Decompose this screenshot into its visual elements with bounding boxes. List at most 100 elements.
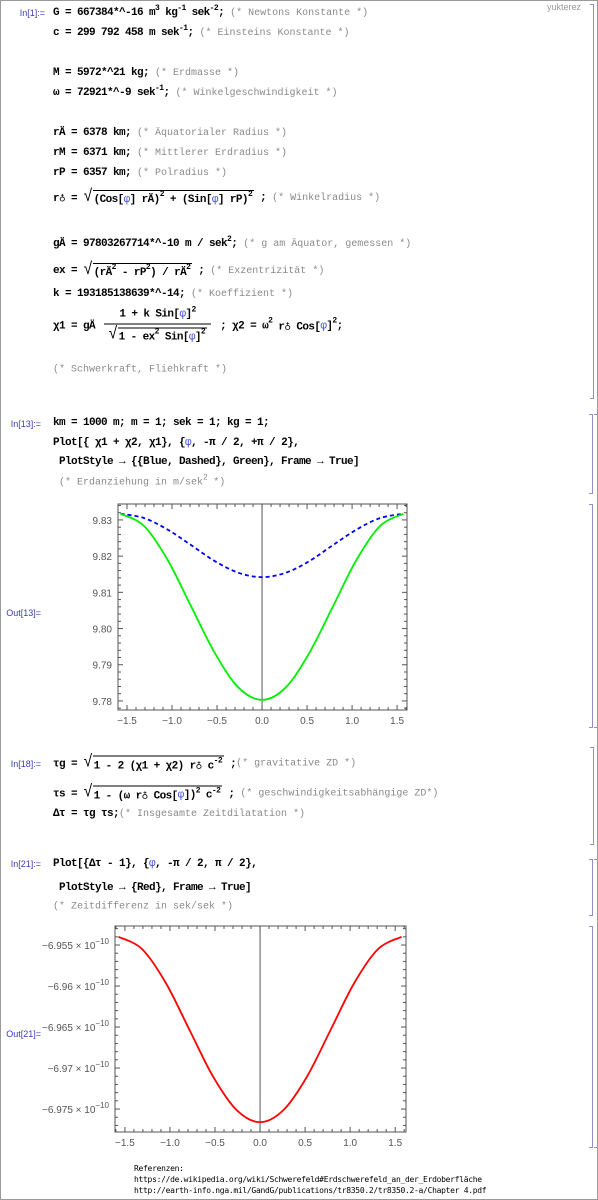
code-text: τs = — [53, 788, 84, 800]
cell-group-bracket-13[interactable] — [594, 414, 597, 728]
code-comment: (* Newtons Konstante *) — [230, 7, 369, 19]
cell-bracket-18[interactable] — [590, 747, 594, 845]
y-tick-label: 9.81 — [93, 588, 113, 599]
notebook-window: yukterez In[1]:= In[13]:= Out[13]= In[18… — [0, 0, 598, 1200]
code-line[interactable]: Plot[{ χ1 + χ2, χ1}, {φ, -π / 2, +π / 2}… — [53, 437, 300, 449]
x-tick-label: 0.5 — [300, 716, 314, 727]
fraction: 1 + k Sin[φ] 2 √ 1 - ex 2 Sin[φ] 2 — [104, 305, 212, 344]
code-comment: (* Schwerkraft, Fliehkraft *) — [53, 364, 228, 376]
superscript: 2 — [186, 263, 191, 272]
code-line[interactable]: (* Zeitdifferenz in sek/sek *) — [53, 902, 233, 913]
superscript: 2 — [227, 234, 232, 244]
square-root: √ 1 - ex 2 Sin[φ] 2 — [108, 327, 208, 344]
code-line[interactable]: G = 667384*^-16 m3 kg -1 sek -2; (* Newton… — [53, 3, 369, 20]
references: Referenzen: https://de.wikipedia.org/wik… — [134, 1163, 487, 1196]
y-tick-mantissa: −6.955 × 10 — [42, 941, 96, 952]
code-comment: (* geschwindigkeitsabhängige ZD*) — [240, 788, 439, 800]
code-line[interactable]: ω = 72921*^-9 sek -1; (* Winkelgeschwindi… — [53, 84, 337, 100]
x-tick-label: −1.5 — [117, 716, 137, 727]
superscript: 2 — [195, 786, 201, 795]
code-text: PlotStyle → {Red}, Frame → True] — [53, 882, 252, 894]
plot-time-difference: −1.5 −1.0 −0.5 0.0 0.5 1.0 1.5−6.955 × 10−10−6… — [42, 925, 407, 1149]
code-line[interactable]: rM = 6371 km; (* Mittlerer Erdradius *) — [53, 147, 287, 159]
square-root: √ (rÄ 2 - rP 2) / rÄ 2 — [83, 262, 193, 279]
y-tick-exponent: −10 — [95, 1060, 109, 1069]
code-text: rÄ = 6378 km; — [53, 127, 138, 139]
superscript: -2 — [211, 786, 221, 795]
code-line[interactable]: τs = √ 1 - (ω r♁ Cos[φ]) 2 c -2 ; (* geschw… — [53, 783, 439, 803]
x-tick-label: −1.5 — [115, 1138, 135, 1149]
superscript: 2 — [145, 263, 151, 272]
code-line[interactable]: km = 1000 m; m = 1; sek = 1; kg = 1; — [53, 417, 270, 429]
code-text: k = 193185138639*^-14; — [53, 288, 192, 300]
superscript: 2 — [154, 327, 160, 337]
code-comment: (* Äquatorialer Radius *) — [137, 127, 288, 139]
code-line[interactable]: M = 5972*^21 kg; (* Erdmasse *) — [53, 67, 239, 79]
code-text: ; — [254, 192, 273, 204]
code-line[interactable]: gÄ = 97803267714*^-10 m / sek 2; (* g am … — [53, 234, 411, 251]
radical-sign-icon: √ — [83, 783, 93, 803]
code-line[interactable]: rÄ = 6378 km; (* Äquatorialer Radius *) — [53, 127, 287, 139]
code-line[interactable]: r♁ = √ (Cos[φ] rÄ) 2 + (Sin[φ] rP) 2 ; (* W… — [53, 188, 381, 207]
square-root: √ 1 - 2 (χ1 + χ2) r♁ c -2 — [83, 755, 225, 773]
code-line[interactable]: PlotStyle → {Red}, Frame → True] — [53, 882, 252, 894]
superscript: 3 — [155, 3, 160, 13]
code-text: 1 + k Sin[ — [119, 308, 180, 321]
reference-link-nga[interactable]: http://earth-info.nga.mil/GandG/publicat… — [134, 1185, 487, 1196]
code-text: ; χ2 = ω — [214, 320, 269, 332]
code-text: 1 - ex — [118, 331, 156, 343]
y-tick-label: 9.83 — [93, 516, 113, 527]
y-tick-mantissa: −6.965 × 10 — [42, 1023, 96, 1034]
cell-bracket-1[interactable] — [590, 4, 594, 399]
code-line[interactable]: rP = 6357 km; (* Polradius *) — [53, 167, 227, 179]
code-line[interactable]: (* Erdanziehung in m/sek 2 *) — [53, 474, 225, 489]
x-tick-label: 0.0 — [255, 716, 269, 727]
numerator: 1 + k Sin[φ] 2 — [115, 305, 199, 324]
code-comment: (* Erdmasse *) — [155, 67, 240, 79]
code-text: gÄ = 97803267714*^-10 m / sek — [53, 238, 228, 250]
radical-sign-icon: √ — [83, 188, 93, 207]
code-line[interactable]: ex = √ (rÄ 2 - rP 2) / rÄ 2 ; (* Exzentrizit… — [53, 262, 325, 279]
y-tick-label: −6.97 × 10−10 — [48, 1060, 110, 1075]
code-line[interactable]: c = 299 792 458 m sek -1; (* Einsteins Ko… — [53, 23, 349, 40]
radicand: 1 - 2 (χ1 + χ2) r♁ c -2 — [92, 755, 225, 773]
y-tick-exponent: −10 — [95, 1019, 109, 1028]
cell-group-bracket-21[interactable] — [594, 859, 597, 1148]
code-text: r♁ = — [53, 193, 84, 205]
code-text: ] rÄ) — [129, 193, 161, 206]
x-tick-label: −0.5 — [207, 716, 227, 727]
code-text: + (Sin[ — [163, 193, 213, 206]
code-line[interactable]: χ1 = gÄ 1 + k Sin[φ] 2 √ 1 - ex 2 Sin[φ] 2 ; … — [53, 305, 343, 344]
superscript: 2 — [200, 327, 206, 337]
superscript: -2 — [213, 756, 223, 765]
code-line[interactable]: τg = √ 1 - 2 (χ1 + χ2) r♁ c -2 ; (* gravita… — [53, 755, 357, 773]
code-line[interactable]: PlotStyle → {{Blue, Dashed}, Green}, Fra… — [53, 456, 360, 468]
code-comment: (* Erdanziehung in m/sek — [53, 477, 204, 489]
cell-bracket-21-input[interactable] — [589, 859, 593, 916]
code-text: ; — [218, 7, 231, 19]
code-comment: (* Winkelradius *) — [272, 192, 381, 204]
code-comment: (* Exzentrizität *) — [210, 265, 325, 277]
code-line[interactable]: Plot[{Δτ - 1}, {φ, -π / 2, π / 2}, — [53, 858, 258, 870]
y-tick-mantissa: −6.975 × 10 — [42, 1105, 96, 1116]
y-tick-mantissa: −6.97 × 10 — [48, 1064, 96, 1075]
code-text: rP = 6357 km; — [53, 167, 138, 179]
superscript: -2 — [209, 3, 219, 13]
superscript: 2 — [191, 305, 196, 314]
watermark: yukterez — [547, 2, 582, 12]
code-text: ]) — [183, 789, 197, 802]
code-text: rM = 6371 km; — [53, 147, 138, 159]
code-line[interactable]: k = 193185138639*^-14; (* Koeffizient *) — [53, 288, 293, 300]
code-text: ; — [163, 87, 176, 99]
denominator: √ 1 - ex 2 Sin[φ] 2 — [104, 323, 212, 344]
code-line[interactable]: (* Schwerkraft, Fliehkraft *) — [53, 365, 227, 376]
code-comment: (* Mittlerer Erdradius *) — [137, 147, 288, 159]
cell-bracket-13-input[interactable] — [589, 414, 593, 494]
code-comment: (* gravitative ZD *) — [236, 758, 357, 770]
code-text: PlotStyle → {{Blue, Dashed}, Green}, Fra… — [53, 456, 360, 468]
superscript: -1 — [179, 23, 188, 33]
code-comment: (* Polradius *) — [137, 167, 228, 179]
superscript: 2 — [332, 316, 337, 326]
reference-link-wikipedia[interactable]: https://de.wikipedia.org/wiki/Schwerefel… — [134, 1174, 486, 1185]
code-line[interactable]: Δτ = τg τs; (* Insgesamte Zeitdilatation … — [53, 808, 305, 820]
